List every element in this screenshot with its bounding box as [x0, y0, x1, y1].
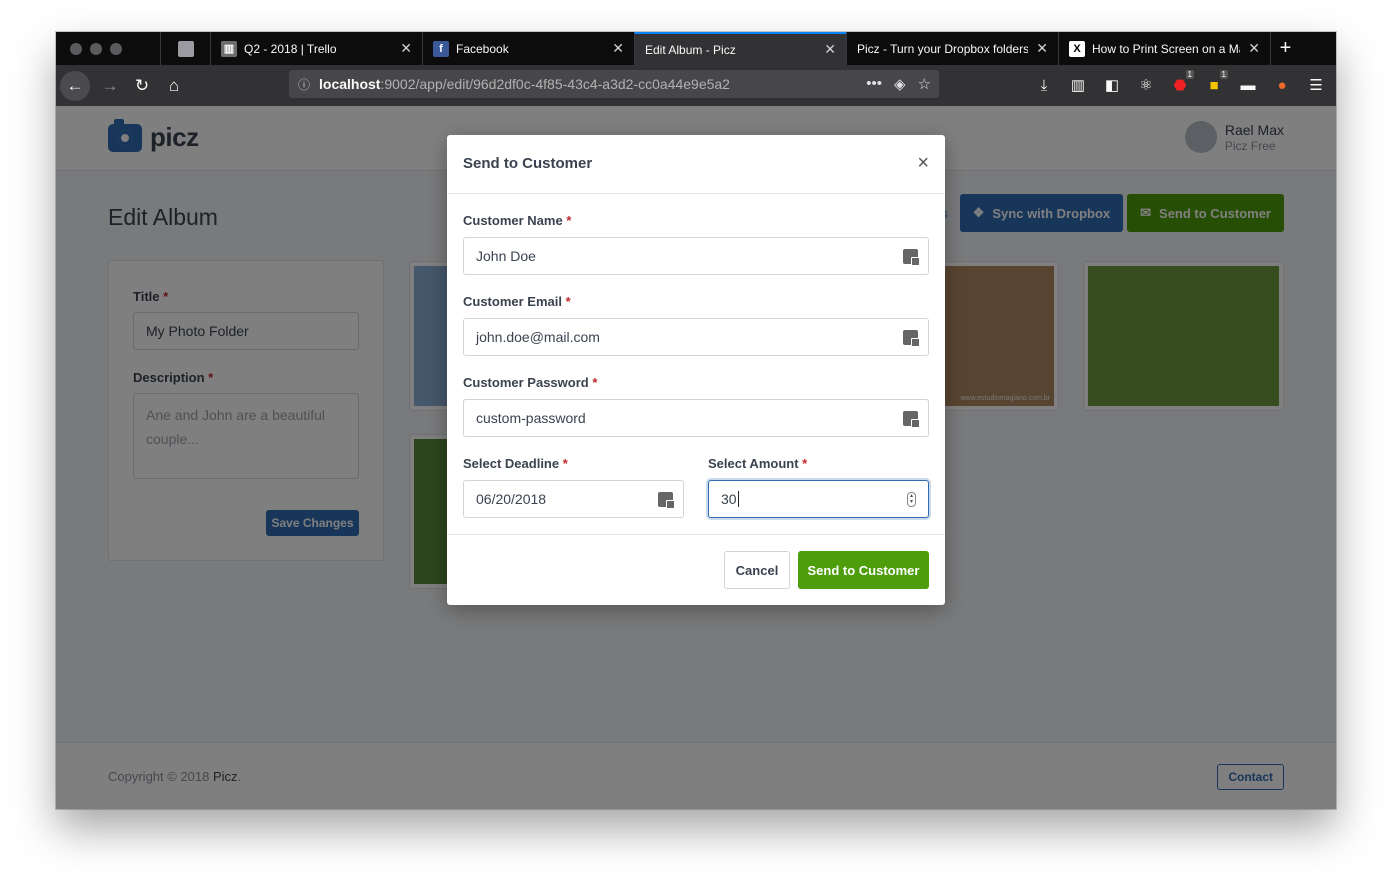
- url-path: :9002/app/edit/96d2df0c-4f85-43c4-a3d2-c…: [380, 76, 730, 92]
- tab-title: Edit Album - Picz: [645, 42, 736, 57]
- home-button[interactable]: ⌂: [158, 70, 190, 102]
- site-info-icon[interactable]: ⓘ: [289, 76, 319, 93]
- tab-facebook[interactable]: f Facebook ✕: [422, 32, 634, 65]
- notes-extension-icon[interactable]: ■ 1: [1198, 69, 1230, 101]
- password-manager-icon[interactable]: [658, 492, 675, 509]
- customer-email-value: john.doe@mail.com: [476, 329, 600, 345]
- customer-email-label: Customer Email *: [463, 294, 571, 309]
- comment-icon[interactable]: ▬: [1232, 69, 1264, 101]
- toolbar-icons: ⤓ ▥ ◧ ⚛ ⬣ 1 ■ 1 ▬ ● ☰: [1028, 69, 1332, 101]
- facebook-icon: f: [433, 40, 449, 57]
- modal-title: Send to Customer: [463, 155, 593, 172]
- browser-window: ▥ Q2 - 2018 | Trello ✕ f Facebook ✕ Edit…: [56, 32, 1336, 809]
- firefox-extension-icon[interactable]: ●: [1266, 69, 1298, 101]
- submit-send-button[interactable]: Send to Customer: [798, 551, 929, 589]
- tab-trello[interactable]: ▥ Q2 - 2018 | Trello ✕: [210, 32, 422, 65]
- bookmark-star-icon[interactable]: ☆: [918, 75, 931, 93]
- x-icon: X: [1069, 40, 1085, 57]
- tab-picz-landing[interactable]: Picz - Turn your Dropbox folders ✕: [846, 32, 1058, 65]
- extension-badge: 1: [1219, 70, 1228, 79]
- customer-name-label: Customer Name *: [463, 213, 572, 228]
- send-to-customer-modal: Send to Customer × Customer Name * John …: [447, 135, 945, 605]
- url-bar[interactable]: ⓘ localhost:9002/app/edit/96d2df0c-4f85-…: [289, 70, 939, 98]
- tab-edit-album[interactable]: Edit Album - Picz ✕: [634, 32, 846, 65]
- deadline-value: 06/20/2018: [476, 491, 547, 507]
- amount-value: 30: [721, 491, 737, 507]
- sidebar-icon[interactable]: ◧: [1096, 69, 1128, 101]
- back-button[interactable]: ←: [60, 70, 90, 101]
- close-tab-icon[interactable]: ✕: [400, 40, 412, 57]
- reload-button[interactable]: ↻: [126, 70, 158, 102]
- adblock-badge: 1: [1185, 70, 1194, 79]
- tab-print-screen[interactable]: X How to Print Screen on a Mac ✕: [1058, 32, 1270, 65]
- tab-title: Picz - Turn your Dropbox folders: [857, 41, 1029, 56]
- react-devtools-icon[interactable]: ⚛: [1130, 69, 1162, 101]
- tab-pinned[interactable]: [160, 32, 210, 65]
- close-tab-icon[interactable]: ✕: [1036, 40, 1048, 57]
- minimize-window-button[interactable]: [90, 42, 102, 55]
- password-manager-icon[interactable]: [903, 411, 920, 428]
- close-tab-icon[interactable]: ✕: [824, 41, 836, 58]
- page-actions-icon[interactable]: •••: [866, 75, 882, 93]
- amount-label: Select Amount *: [708, 456, 808, 471]
- deadline-label: Select Deadline *: [463, 456, 568, 471]
- new-tab-button[interactable]: +: [1270, 32, 1300, 65]
- customer-password-input[interactable]: custom-password: [463, 399, 929, 437]
- library-icon[interactable]: ▥: [1062, 69, 1094, 101]
- customer-email-input[interactable]: john.doe@mail.com: [463, 318, 929, 356]
- download-icon[interactable]: ⤓: [1028, 69, 1060, 101]
- customer-password-label: Customer Password *: [463, 375, 598, 390]
- zoom-window-button[interactable]: [110, 42, 122, 55]
- close-icon[interactable]: ×: [917, 152, 929, 175]
- cancel-button[interactable]: Cancel: [724, 551, 790, 589]
- password-manager-icon[interactable]: [903, 330, 920, 347]
- tab-title: Q2 - 2018 | Trello: [244, 41, 337, 56]
- trello-icon: ▥: [221, 40, 237, 57]
- forward-button[interactable]: →: [94, 70, 126, 102]
- customer-name-value: John Doe: [476, 248, 536, 264]
- url-host: localhost: [319, 76, 381, 92]
- tab-title: How to Print Screen on a Mac: [1092, 41, 1241, 56]
- close-window-button[interactable]: [70, 42, 82, 55]
- window-controls: [56, 32, 160, 65]
- number-spinner-icon[interactable]: ▴ ▾: [907, 492, 916, 507]
- text-cursor: [737, 491, 739, 507]
- modal-header: Send to Customer ×: [447, 135, 945, 194]
- close-tab-icon[interactable]: ✕: [1248, 40, 1260, 57]
- close-tab-icon[interactable]: ✕: [612, 40, 624, 57]
- password-manager-icon[interactable]: [903, 249, 920, 266]
- adblock-icon[interactable]: ⬣ 1: [1164, 69, 1196, 101]
- tab-bar: ▥ Q2 - 2018 | Trello ✕ f Facebook ✕ Edit…: [56, 32, 1336, 65]
- pinned-tab-icon: [177, 40, 194, 57]
- customer-name-input[interactable]: John Doe: [463, 237, 929, 275]
- tab-title: Facebook: [456, 41, 509, 56]
- menu-icon[interactable]: ☰: [1300, 69, 1332, 101]
- amount-input[interactable]: 30 ▴ ▾: [708, 480, 929, 518]
- deadline-input[interactable]: 06/20/2018: [463, 480, 684, 518]
- nav-bar: ← → ↻ ⌂ ⓘ localhost:9002/app/edit/96d2df…: [56, 65, 1336, 106]
- pocket-icon[interactable]: ◈: [894, 75, 906, 93]
- modal-footer: Cancel Send to Customer: [447, 534, 945, 605]
- customer-password-value: custom-password: [476, 410, 586, 426]
